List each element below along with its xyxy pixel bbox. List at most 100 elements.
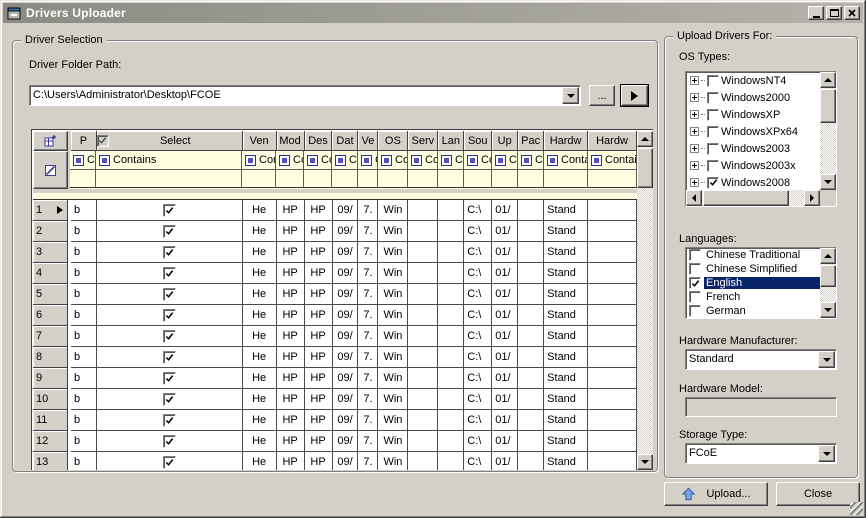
grid-cell[interactable] — [438, 452, 464, 470]
grid-cell[interactable]: 09/ — [333, 410, 359, 431]
grid-cell[interactable]: C:\ — [464, 452, 492, 470]
filter-square-icon[interactable] — [245, 155, 256, 166]
filter-square-icon[interactable] — [335, 155, 346, 166]
checkbox[interactable] — [163, 351, 176, 364]
row-header[interactable]: 5 — [33, 284, 68, 305]
scroll-thumb[interactable] — [637, 148, 653, 188]
grid-cell[interactable]: HP — [277, 200, 305, 221]
grid-cell[interactable] — [408, 347, 438, 368]
checkbox[interactable] — [163, 330, 176, 343]
column-header-lan[interactable]: Lan — [438, 131, 464, 151]
grid-cell[interactable]: HP — [277, 452, 305, 470]
grid-cell[interactable] — [408, 389, 438, 410]
grid-cell[interactable]: 7. — [358, 200, 378, 221]
grid-cell[interactable] — [438, 221, 464, 242]
grid-cell[interactable] — [588, 368, 637, 389]
grid-cell[interactable]: 7. — [358, 452, 378, 470]
grid-cell[interactable] — [438, 200, 464, 221]
grid-cell[interactable]: 7. — [358, 347, 378, 368]
filter-value-cell[interactable] — [518, 170, 544, 188]
column-header-sou[interactable]: Sou — [464, 131, 492, 151]
grid-cell[interactable]: C:\ — [464, 347, 492, 368]
grid-cell[interactable]: b — [71, 347, 97, 368]
grid-cell[interactable]: HP — [277, 263, 305, 284]
storage-type-dropdown-button[interactable] — [818, 445, 835, 462]
grid-cell[interactable]: Stand — [544, 263, 588, 284]
grid-cell[interactable]: HP — [305, 326, 333, 347]
filter-value-cell[interactable] — [96, 170, 242, 188]
column-header-hardw2[interactable]: Hardw — [588, 131, 637, 151]
grid-cell[interactable]: Stand — [544, 326, 588, 347]
grid-cell[interactable]: Win — [378, 410, 408, 431]
grid-cell[interactable]: 7. — [358, 410, 378, 431]
grid-cell[interactable]: Stand — [544, 452, 588, 470]
grid-cell[interactable]: He — [243, 242, 277, 263]
filter-value-cell[interactable] — [332, 170, 358, 188]
grid-cell[interactable]: HP — [305, 347, 333, 368]
grid-cell[interactable] — [438, 305, 464, 326]
grid-cell[interactable]: 09/ — [333, 305, 359, 326]
grid-cell[interactable] — [438, 263, 464, 284]
lang-scroll-thumb[interactable] — [820, 265, 836, 287]
minimize-button[interactable] — [808, 6, 824, 20]
filter-value-cell[interactable] — [464, 170, 492, 188]
grid-cell[interactable]: C:\ — [464, 221, 492, 242]
filter-square-icon[interactable] — [495, 155, 506, 166]
grid-cell[interactable]: 01/ — [492, 326, 518, 347]
grid-cell[interactable] — [518, 305, 544, 326]
grid-cell[interactable]: 09/ — [333, 221, 359, 242]
grid-cell[interactable]: Stand — [544, 347, 588, 368]
filter-square-icon[interactable] — [279, 155, 290, 166]
checkbox[interactable] — [689, 305, 701, 317]
table-row[interactable]: 4bHeHPHP09/7.WinC:\01/Stand — [33, 263, 637, 284]
grid-cell[interactable]: C:\ — [464, 263, 492, 284]
grid-cell[interactable] — [97, 263, 243, 284]
checkbox[interactable] — [707, 109, 719, 121]
checkbox[interactable] — [689, 277, 701, 289]
grid-cell[interactable] — [408, 263, 438, 284]
filter-square-icon[interactable] — [591, 155, 602, 166]
checkbox[interactable] — [163, 246, 176, 259]
filter-cell[interactable]: Contains — [464, 151, 492, 170]
upload-button[interactable]: Upload... — [664, 482, 768, 506]
grid-cell[interactable]: HP — [277, 221, 305, 242]
checkbox[interactable] — [163, 372, 176, 385]
column-header-select[interactable]: Select — [97, 131, 243, 151]
filter-value-cell[interactable] — [378, 170, 408, 188]
grid-cell[interactable]: 7. — [358, 221, 378, 242]
grid-cell[interactable]: 7. — [358, 326, 378, 347]
checkbox[interactable] — [163, 456, 176, 469]
lang-scroll-down-button[interactable] — [820, 302, 836, 318]
grid-cell[interactable] — [518, 200, 544, 221]
grid-cell[interactable]: HP — [305, 242, 333, 263]
grid-cell[interactable]: 01/ — [492, 347, 518, 368]
grid-cell[interactable]: HP — [277, 284, 305, 305]
filter-cell[interactable]: Contains — [358, 151, 378, 170]
grid-cell[interactable]: HP — [277, 389, 305, 410]
grid-cell[interactable]: b — [71, 452, 97, 470]
grid-cell[interactable]: 01/ — [492, 263, 518, 284]
checkbox[interactable] — [707, 177, 719, 189]
filter-value-cell[interactable] — [408, 170, 438, 188]
grid-cell[interactable] — [408, 221, 438, 242]
row-header[interactable]: 13 — [33, 452, 68, 470]
grid-cell[interactable]: b — [71, 284, 97, 305]
grid-cell[interactable]: HP — [305, 221, 333, 242]
filter-value-cell[interactable] — [358, 170, 378, 188]
checkbox[interactable] — [163, 435, 176, 448]
expand-plus-icon[interactable] — [690, 178, 699, 187]
close-button[interactable] — [844, 6, 860, 20]
grid-cell[interactable]: Stand — [544, 200, 588, 221]
grid-cell[interactable] — [588, 452, 637, 470]
grid-cell[interactable]: 7. — [358, 305, 378, 326]
path-combo-dropdown-button[interactable] — [562, 87, 579, 104]
grid-vertical-scrollbar[interactable] — [637, 131, 653, 470]
grid-cell[interactable]: Stand — [544, 368, 588, 389]
column-header-p[interactable]: P — [71, 131, 97, 151]
language-item[interactable]: Chinese Traditional — [686, 248, 836, 262]
filter-cell[interactable]: Contains — [70, 151, 96, 170]
row-header[interactable]: 9 — [33, 368, 68, 389]
row-header[interactable]: 1 — [33, 200, 68, 221]
load-drivers-button[interactable] — [621, 85, 648, 106]
table-row[interactable]: 2bHeHPHP09/7.WinC:\01/Stand — [33, 221, 637, 242]
